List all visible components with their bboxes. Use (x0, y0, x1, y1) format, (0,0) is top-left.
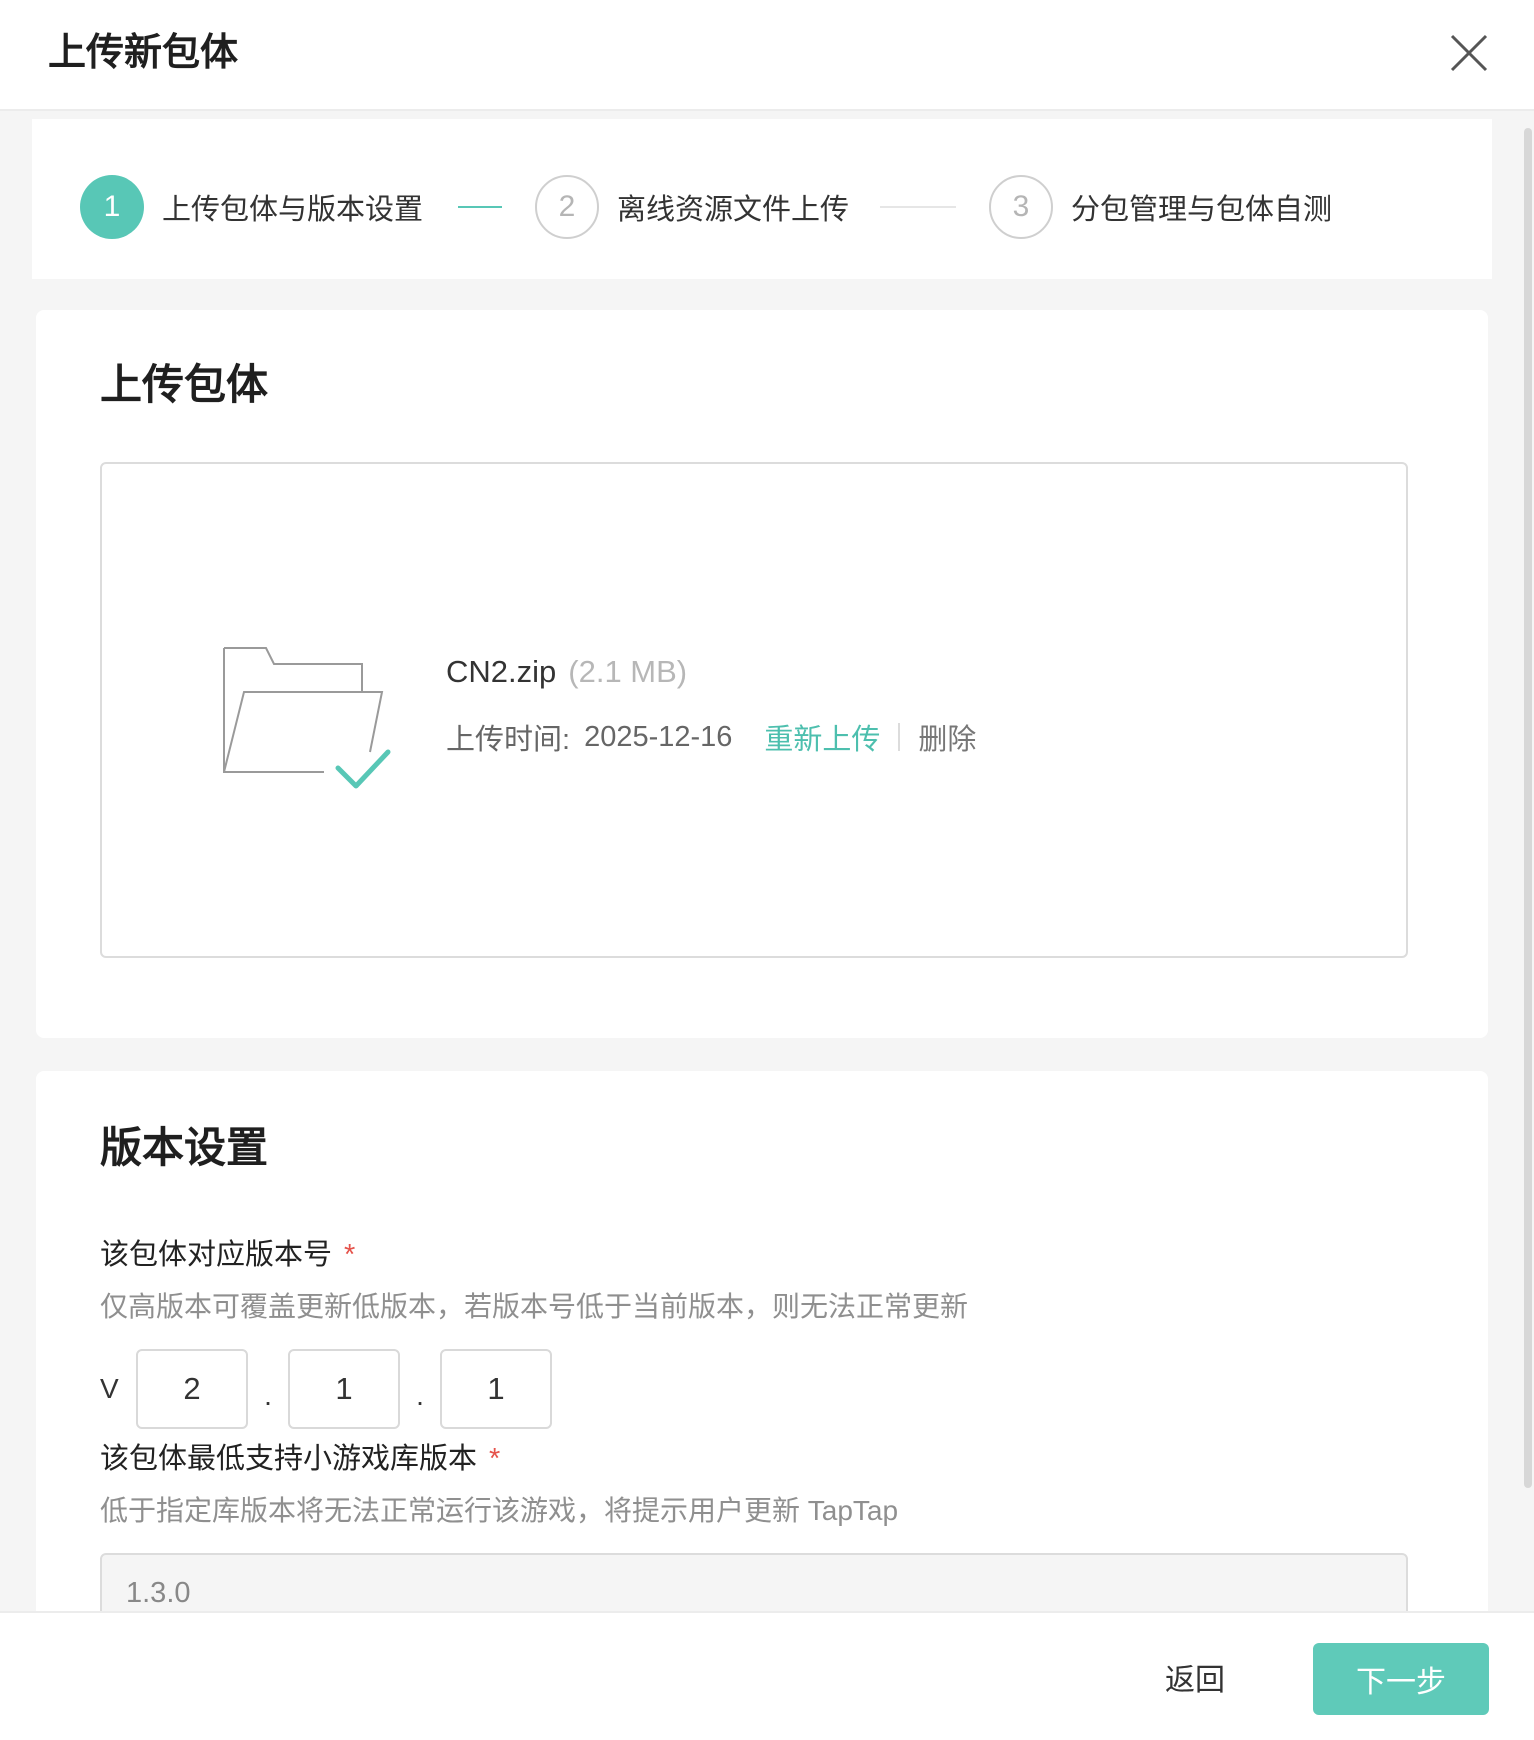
min-lib-version-label-text: 该包体最低支持小游戏库版本 (100, 1443, 478, 1475)
file-name-row: CN2.zip (2.1 MB) (446, 654, 687, 690)
step-1-label: 上传包体与版本设置 (162, 194, 424, 226)
required-mark: * (489, 1443, 501, 1475)
upload-section-title: 上传包体 (100, 361, 269, 408)
version-prefix: V (100, 1373, 119, 1404)
upload-card: 上传包体 CN2.zip (2.1 MB) 上传时间: 2025-12-16 重新… (36, 310, 1488, 1038)
back-button[interactable]: 返回 (1150, 1641, 1240, 1713)
version-number-label-text: 该包体对应版本号 (100, 1239, 333, 1271)
version-separator: . (416, 1380, 424, 1411)
step-2: 2 离线资源文件上传 (535, 175, 849, 239)
file-size: (2.1 MB) (568, 654, 688, 689)
version-separator: . (264, 1380, 272, 1411)
step-2-number: 2 (535, 175, 599, 239)
step-3-number: 3 (989, 175, 1053, 239)
close-icon[interactable] (1448, 32, 1490, 74)
delete-link[interactable]: 删除 (918, 716, 976, 758)
step-connector-2 (880, 206, 956, 208)
divider (898, 723, 901, 751)
version-number-inputs: V 2 . 1 . 1 (100, 1349, 552, 1429)
scrollbar[interactable] (1524, 128, 1532, 1488)
step-2-label: 离线资源文件上传 (617, 194, 850, 226)
version-major-input[interactable]: 2 (136, 1349, 248, 1429)
version-number-label: 该包体对应版本号 * (100, 1231, 355, 1273)
folder-check-icon (223, 647, 391, 789)
version-minor-input[interactable]: 1 (288, 1349, 400, 1429)
step-1: 1 上传包体与版本设置 (80, 175, 423, 239)
modal-body[interactable]: 1 上传包体与版本设置 2 离线资源文件上传 3 分包管理与包体自测 上传包体 (0, 111, 1534, 1611)
reupload-link[interactable]: 重新上传 (764, 716, 880, 758)
modal-title: 上传新包体 (48, 32, 239, 74)
version-section-title: 版本设置 (100, 1124, 269, 1171)
upload-time-label: 上传时间: (446, 724, 571, 756)
version-card: 版本设置 该包体对应版本号 * 仅高版本可覆盖更新低版本，若版本号低于当前版本，则… (36, 1071, 1488, 1611)
step-connector-1 (458, 206, 502, 208)
version-number-hint: 仅高版本可覆盖更新低版本，若版本号低于当前版本，则无法正常更新 (100, 1291, 969, 1322)
upload-package-modal: 上传新包体 1 上传包体与版本设置 2 离线资源文件上传 3 分包管理与包体自测 (0, 0, 1534, 1740)
version-patch-input[interactable]: 1 (440, 1349, 552, 1429)
min-lib-version-label: 该包体最低支持小游戏库版本 * (100, 1435, 500, 1477)
file-meta-row: 上传时间: 2025-12-16 重新上传 删除 (446, 716, 976, 758)
step-1-number: 1 (80, 175, 144, 239)
min-lib-version-select[interactable]: 1.3.0 (100, 1553, 1408, 1611)
step-3: 3 分包管理与包体自测 (989, 175, 1332, 239)
next-step-button[interactable]: 下一步 (1313, 1643, 1489, 1715)
step-3-label: 分包管理与包体自测 (1071, 194, 1333, 226)
upload-time-value: 2025-12-16 (584, 720, 733, 753)
required-mark: * (344, 1239, 356, 1271)
stepper: 1 上传包体与版本设置 2 离线资源文件上传 3 分包管理与包体自测 (32, 119, 1492, 279)
upload-dropzone[interactable]: CN2.zip (2.1 MB) 上传时间: 2025-12-16 重新上传 删除 (100, 462, 1408, 958)
min-lib-version-hint: 低于指定库版本将无法正常运行该游戏，将提示用户更新 TapTap (100, 1495, 899, 1526)
file-name: CN2.zip (446, 654, 557, 689)
modal-header: 上传新包体 (0, 0, 1534, 111)
modal-footer: 返回 下一步 (0, 1611, 1534, 1740)
